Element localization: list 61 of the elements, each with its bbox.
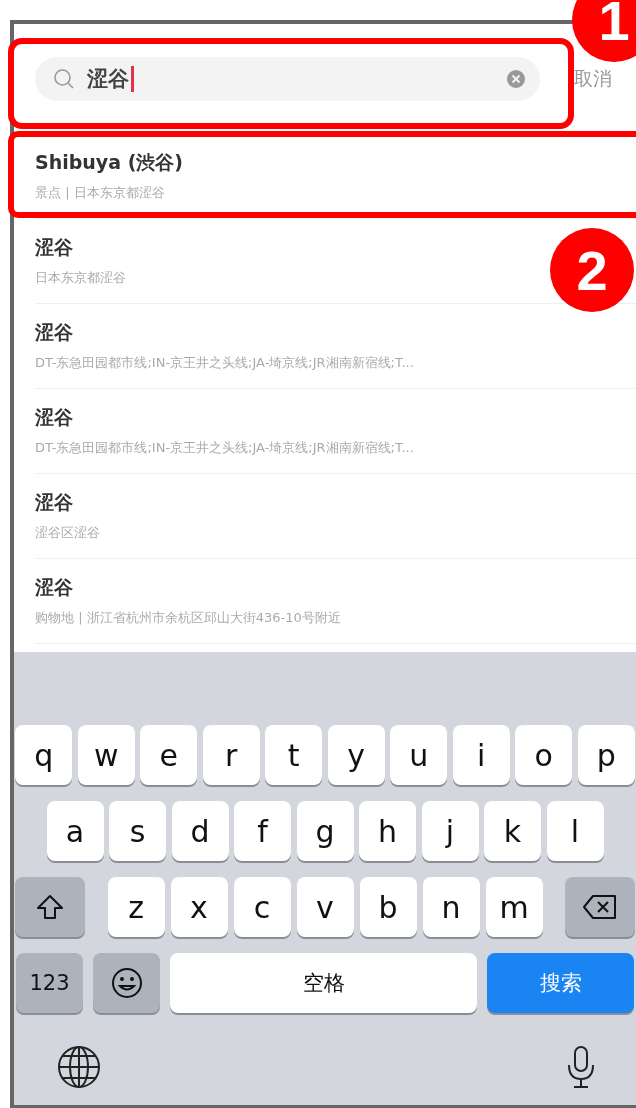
letter-key[interactable]: o — [515, 725, 573, 785]
letter-key[interactable]: e — [140, 725, 198, 785]
letter-key[interactable]: w — [77, 725, 135, 785]
result-subtitle: DT-东急田园都市线;IN-京王井之头线;JA-埼京线;JR湘南新宿线;T... — [35, 439, 415, 457]
clear-icon[interactable] — [506, 69, 526, 89]
space-key[interactable]: 空格 — [170, 953, 477, 1013]
letter-key[interactable]: j — [421, 801, 479, 861]
result-title: 涩谷 — [35, 405, 74, 430]
globe-icon — [56, 1044, 102, 1090]
result-subtitle: 购物地 | 浙江省杭州市余杭区邱山大街436-10号附近 — [35, 609, 342, 627]
result-item[interactable]: 涩谷 DT-东急田园都市线;IN-京王井之头线;JA-埼京线;JR湘南新宿线;T... — [35, 389, 636, 474]
letter-key[interactable]: a — [46, 801, 104, 861]
letter-key[interactable]: d — [171, 801, 229, 861]
letter-key[interactable]: x — [170, 877, 228, 937]
letter-key[interactable]: t — [265, 725, 323, 785]
letter-key[interactable]: u — [390, 725, 448, 785]
microphone-button[interactable] — [566, 1045, 596, 1089]
letter-key[interactable]: n — [422, 877, 480, 937]
search-key[interactable]: 搜索 — [487, 953, 634, 1013]
result-title: Shibuya (渋谷) — [35, 150, 185, 175]
letter-key[interactable]: g — [296, 801, 354, 861]
shift-key[interactable] — [15, 877, 85, 937]
letter-key[interactable]: c — [233, 877, 291, 937]
numbers-key[interactable]: 123 — [16, 953, 83, 1013]
shift-icon — [36, 894, 64, 920]
result-item[interactable]: 涩谷 涩谷区涩谷 — [35, 474, 636, 559]
result-subtitle: 景点 | 日本东京都涩谷 — [35, 184, 166, 202]
letter-key[interactable]: s — [109, 801, 166, 861]
search-field[interactable]: 涩谷 — [35, 57, 540, 101]
result-item[interactable]: Shibuya (渋谷) 景点 | 日本东京都涩谷 — [35, 134, 636, 219]
letter-key[interactable]: q — [15, 725, 73, 785]
letter-key[interactable]: y — [327, 725, 385, 785]
letter-key[interactable]: p — [577, 725, 635, 785]
letter-key[interactable]: i — [452, 725, 510, 785]
result-title: 涩谷 — [35, 235, 74, 260]
letter-key[interactable]: l — [546, 801, 604, 861]
backspace-key[interactable] — [565, 877, 635, 937]
result-title: 涩谷 — [35, 575, 74, 600]
callout-number: 1 — [572, 0, 636, 62]
letter-key[interactable]: z — [107, 877, 165, 937]
backspace-icon — [582, 894, 618, 920]
result-subtitle: DT-东急田园都市线;IN-京王井之头线;JA-埼京线;JR湘南新宿线;T... — [35, 354, 415, 372]
result-subtitle: 日本东京都涩谷 — [35, 269, 127, 287]
emoji-key[interactable] — [93, 953, 160, 1013]
result-title: 涩谷 — [35, 320, 74, 345]
letter-key[interactable]: m — [485, 877, 543, 937]
search-icon — [53, 68, 75, 90]
letter-key[interactable]: h — [359, 801, 416, 861]
letter-key[interactable]: v — [296, 877, 354, 937]
result-item[interactable]: 涩谷 购物地 | 浙江省杭州市余杭区邱山大街436-10号附近 — [35, 559, 636, 644]
letter-key[interactable]: k — [484, 801, 541, 861]
search-text: 涩谷 — [87, 66, 129, 93]
text-cursor — [131, 66, 134, 92]
result-subtitle: 涩谷区涩谷 — [35, 524, 101, 542]
letter-key[interactable]: b — [359, 877, 417, 937]
smiley-icon — [110, 967, 143, 999]
letter-key[interactable]: r — [202, 725, 260, 785]
letter-key[interactable]: f — [234, 801, 291, 861]
globe-button[interactable] — [56, 1044, 102, 1090]
result-title: 涩谷 — [35, 490, 74, 515]
microphone-icon — [566, 1045, 596, 1089]
